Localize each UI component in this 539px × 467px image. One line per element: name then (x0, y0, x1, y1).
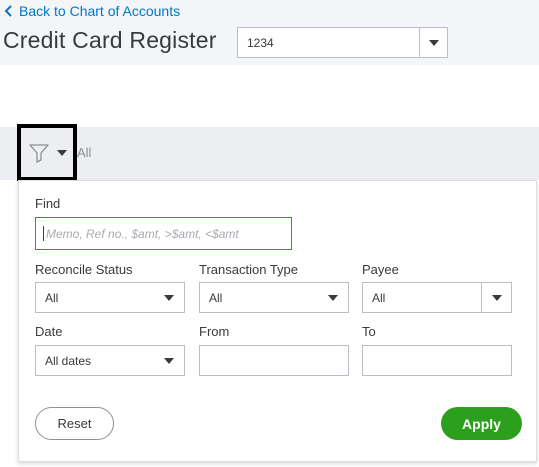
back-to-chart-of-accounts-link[interactable]: Back to Chart of Accounts (3, 3, 180, 19)
reconcile-status-caret (154, 294, 184, 301)
chevron-left-icon (4, 5, 12, 17)
from-label: From (199, 324, 230, 339)
date-select[interactable]: All dates (35, 345, 185, 376)
filter-button[interactable] (17, 124, 77, 181)
apply-button[interactable]: Apply (441, 407, 522, 440)
filter-panel: Find Reconcile Status All Transaction Ty… (18, 180, 537, 462)
account-select-value: 1234 (247, 36, 274, 50)
date-caret (154, 357, 184, 364)
transaction-type-label: Transaction Type (199, 262, 298, 277)
page-title: Credit Card Register (3, 27, 217, 53)
payee-value: All (372, 290, 386, 305)
payee-caret[interactable] (481, 283, 511, 312)
account-select[interactable]: 1234 (237, 27, 448, 58)
from-date-input[interactable] (199, 345, 349, 376)
text-cursor (43, 226, 44, 241)
date-value: All dates (45, 353, 92, 368)
transaction-type-value: All (209, 290, 223, 305)
caret-down-icon (328, 294, 338, 301)
transaction-type-caret (318, 294, 348, 301)
caret-down-icon (164, 294, 174, 301)
to-date-input[interactable] (362, 345, 512, 376)
reset-button[interactable]: Reset (35, 407, 114, 440)
find-label: Find (35, 196, 61, 211)
reconcile-status-label: Reconcile Status (35, 262, 133, 277)
payee-label: Payee (362, 262, 399, 277)
back-link-label[interactable]: Back to Chart of Accounts (19, 3, 180, 19)
payee-select[interactable]: All (362, 282, 512, 313)
date-label: Date (35, 324, 63, 339)
transaction-type-select[interactable]: All (199, 282, 349, 313)
caret-down-icon (164, 357, 174, 364)
caret-down-icon (57, 149, 67, 156)
caret-down-icon (428, 39, 439, 46)
reconcile-status-value: All (45, 290, 59, 305)
caret-down-icon (491, 294, 502, 301)
account-select-caret[interactable] (419, 28, 447, 57)
funnel-icon (29, 143, 49, 163)
reconcile-status-select[interactable]: All (35, 282, 185, 313)
find-input[interactable] (35, 217, 292, 250)
filter-summary: All (77, 145, 92, 160)
to-label: To (362, 324, 376, 339)
